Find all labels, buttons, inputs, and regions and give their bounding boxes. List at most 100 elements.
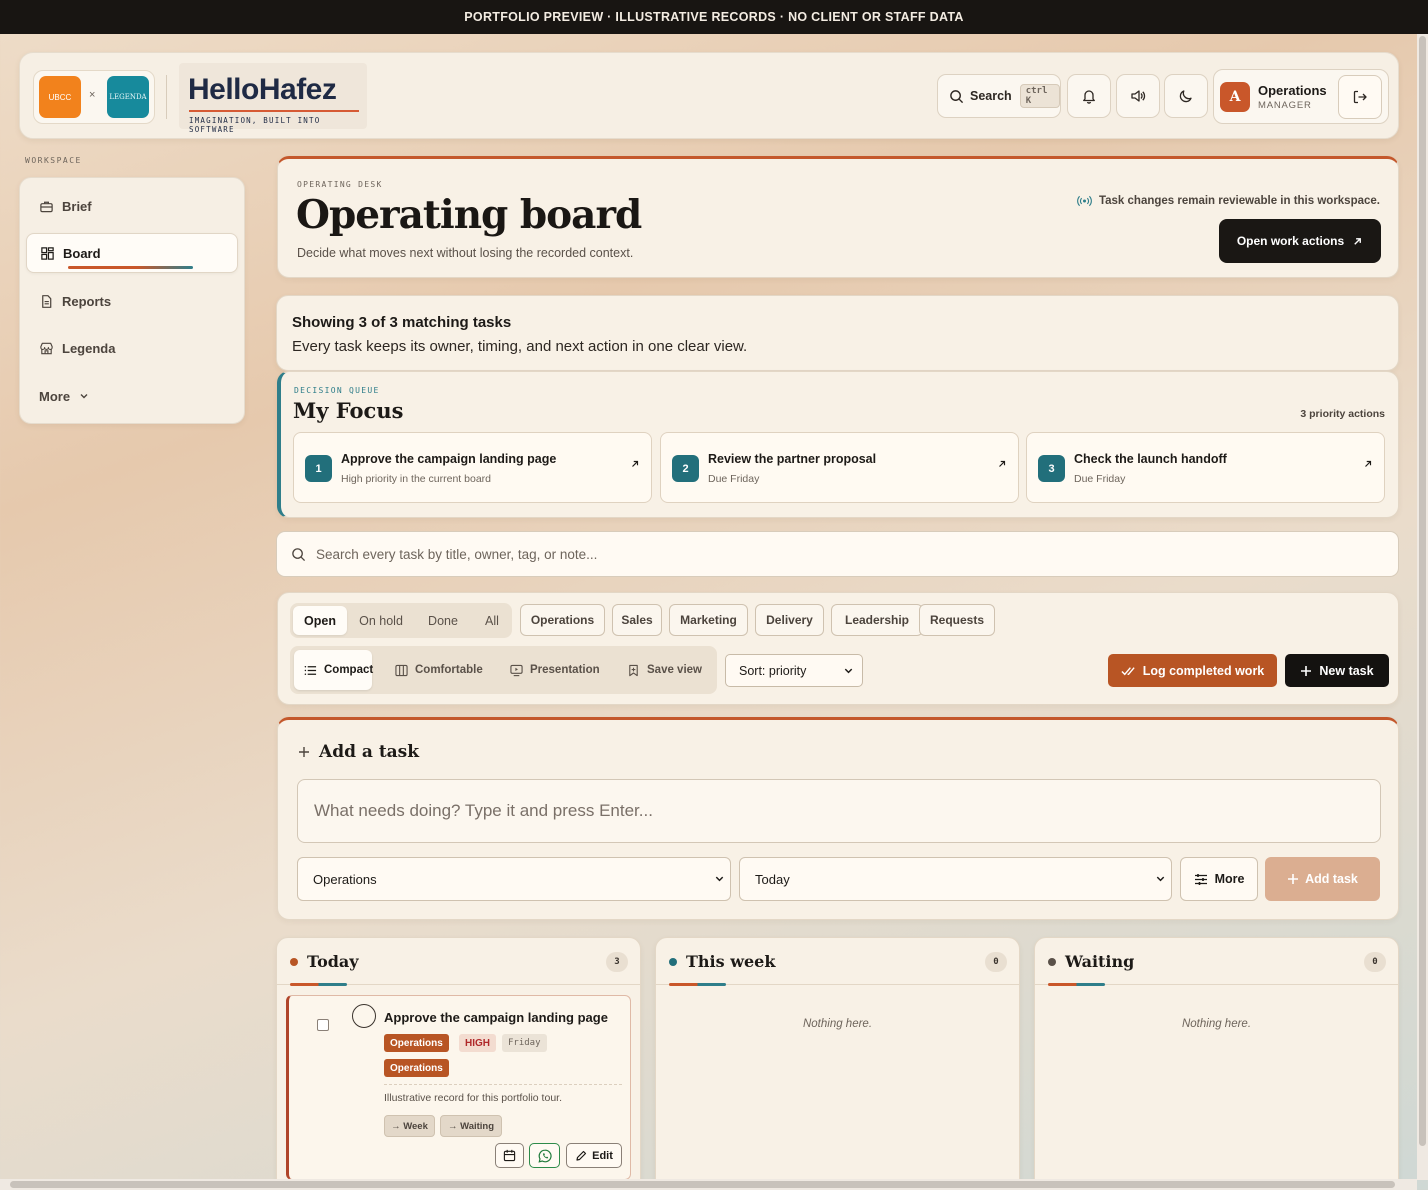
- open-work-actions-button[interactable]: Open work actions: [1219, 219, 1381, 263]
- pencil-icon: [575, 1150, 587, 1162]
- user-menu[interactable]: A Operations MANAGER: [1213, 69, 1389, 124]
- column-empty-state: Nothing here.: [1181, 1018, 1252, 1030]
- sound-button[interactable]: [1116, 74, 1160, 118]
- user-name: Operations: [1258, 83, 1327, 98]
- task-priority-tag: HIGH: [459, 1034, 496, 1052]
- presentation-icon: [510, 664, 523, 677]
- view-compact-label: Compact: [324, 664, 374, 676]
- new-task-button[interactable]: New task: [1285, 654, 1389, 687]
- horizontal-scrollbar[interactable]: [0, 1179, 1417, 1190]
- save-view-button[interactable]: Save view: [617, 650, 711, 690]
- arrow-up-right-icon: [1352, 236, 1363, 247]
- view-compact[interactable]: Compact: [294, 650, 374, 690]
- more-options-button[interactable]: More: [1180, 857, 1258, 901]
- focus-item-title: Approve the campaign landing page: [341, 452, 557, 466]
- filter-chip-sales[interactable]: Sales: [612, 604, 662, 636]
- user-role: MANAGER: [1258, 100, 1312, 111]
- area-select[interactable]: Operations: [297, 857, 731, 901]
- new-task-placeholder: What needs doing? Type it and press Ente…: [314, 801, 653, 820]
- edit-task-button[interactable]: Edit: [566, 1143, 622, 1168]
- my-focus-panel: DECISION QUEUE My Focus 3 priority actio…: [277, 371, 1399, 518]
- sidebar-item-brief[interactable]: Brief: [26, 186, 238, 226]
- search-shortcut: ctrl K: [1019, 84, 1060, 108]
- avatar: A: [1220, 82, 1250, 112]
- bookmark-icon: [627, 664, 640, 677]
- focus-item[interactable]: 3 Check the launch handoff Due Friday: [1026, 432, 1385, 503]
- new-task-input[interactable]: What needs doing? Type it and press Ente…: [297, 779, 1381, 843]
- column-accent: [669, 983, 726, 986]
- search-icon: [949, 89, 964, 104]
- column-count: 0: [1364, 952, 1386, 972]
- sidebar-item-more[interactable]: More: [26, 376, 238, 416]
- filter-chip-delivery[interactable]: Delivery: [755, 604, 824, 636]
- focus-item-title: Check the launch handoff: [1074, 452, 1227, 466]
- log-completed-work-button[interactable]: Log completed work: [1108, 654, 1277, 687]
- move-to-week-button[interactable]: → Week: [384, 1115, 435, 1137]
- add-task-heading: Add a task: [298, 742, 419, 762]
- task-title: Approve the campaign landing page: [384, 1010, 608, 1025]
- notifications-button[interactable]: [1067, 74, 1111, 118]
- review-note-text: Task changes remain reviewable in this w…: [1098, 195, 1380, 207]
- task-area-tag: Operations: [384, 1034, 449, 1052]
- vertical-scroll-thumb[interactable]: [1419, 36, 1426, 1146]
- column-header: Today 3: [277, 938, 640, 986]
- filter-chip-leadership[interactable]: Leadership: [831, 604, 923, 636]
- speaker-icon: [1130, 88, 1146, 104]
- logout-button[interactable]: [1338, 75, 1382, 119]
- filter-chip-requests[interactable]: Requests: [919, 604, 995, 636]
- whatsapp-share-button[interactable]: [529, 1143, 560, 1168]
- global-search-button[interactable]: Search ctrl K: [937, 74, 1061, 118]
- whatsapp-icon: [537, 1149, 552, 1163]
- column-today: Today 3 Approve the campaign landing pag…: [276, 937, 641, 1190]
- focus-item[interactable]: 2 Review the partner proposal Due Friday: [660, 432, 1019, 503]
- area-select-value: Operations: [313, 871, 377, 887]
- view-presentation[interactable]: Presentation: [500, 650, 605, 690]
- schedule-button[interactable]: [495, 1143, 524, 1168]
- task-select-checkbox[interactable]: [317, 1019, 329, 1031]
- filter-chip-marketing[interactable]: Marketing: [669, 604, 748, 636]
- sidebar-item-legenda[interactable]: Legenda: [26, 328, 238, 368]
- when-select[interactable]: Today: [739, 857, 1172, 901]
- sidebar-item-label: Legenda: [62, 340, 116, 356]
- vertical-scrollbar[interactable]: [1417, 34, 1428, 1180]
- hellohafez-logo[interactable]: HelloHafez IMAGINATION, BUILT INTO SOFTW…: [179, 63, 367, 134]
- move-to-waiting-button[interactable]: → Waiting: [440, 1115, 502, 1137]
- tab-done[interactable]: Done: [415, 606, 471, 635]
- sidebar-item-label: Reports: [62, 293, 112, 309]
- task-card[interactable]: Approve the campaign landing page Operat…: [286, 995, 631, 1180]
- add-task-button[interactable]: Add task: [1265, 857, 1380, 901]
- task-search-input[interactable]: Search every task by title, owner, tag, …: [276, 531, 1399, 577]
- column-title: Today: [307, 952, 359, 971]
- focus-item-subtitle: High priority in the current board: [341, 473, 491, 485]
- task-due-tag: Friday: [502, 1034, 547, 1052]
- brand-underline: [189, 110, 359, 112]
- results-subtitle: Every task keeps its owner, timing, and …: [292, 338, 748, 355]
- task-complete-toggle[interactable]: [352, 1004, 376, 1028]
- status-tabs: Open On hold Done All: [290, 603, 512, 638]
- tab-on-hold[interactable]: On hold: [351, 606, 411, 635]
- sidebar-item-board[interactable]: Board: [26, 233, 238, 273]
- tab-open[interactable]: Open: [293, 606, 347, 635]
- theme-toggle-button[interactable]: [1164, 74, 1208, 118]
- edit-task-label: Edit: [592, 1149, 613, 1162]
- brand-divider: [166, 75, 167, 119]
- sidebar-item-reports[interactable]: Reports: [26, 281, 238, 321]
- view-comfortable[interactable]: Comfortable: [385, 650, 490, 690]
- focus-item[interactable]: 1 Approve the campaign landing page High…: [293, 432, 652, 503]
- view-presentation-label: Presentation: [530, 664, 600, 676]
- horizontal-scroll-thumb[interactable]: [10, 1181, 1395, 1188]
- column-accent: [290, 983, 347, 986]
- tab-all[interactable]: All: [475, 606, 509, 635]
- focus-count: 3 priority actions: [1300, 408, 1385, 420]
- arrow-up-right-icon: [630, 459, 640, 469]
- sort-select[interactable]: Sort: priority: [725, 654, 863, 687]
- sort-value: Sort: priority: [739, 663, 807, 678]
- filter-chip-operations[interactable]: Operations: [520, 604, 605, 636]
- double-check-icon: [1121, 665, 1136, 677]
- focus-title: My Focus: [293, 398, 404, 423]
- columns-icon: [395, 664, 408, 677]
- log-completed-work-label: Log completed work: [1142, 663, 1265, 678]
- ubcc-logo: UBCC: [39, 76, 81, 118]
- document-icon: [39, 294, 54, 309]
- column-header: This week 0: [656, 938, 1019, 986]
